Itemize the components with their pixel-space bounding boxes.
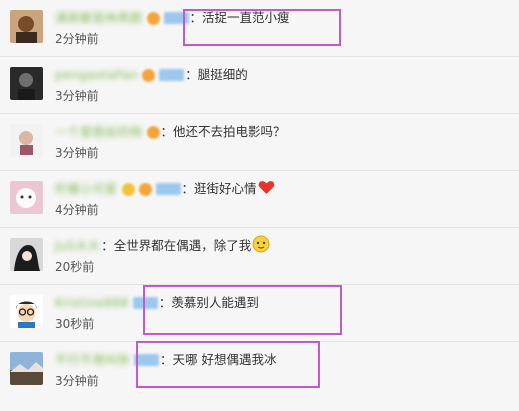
avatar[interactable] <box>10 238 43 271</box>
avatar[interactable] <box>10 295 43 328</box>
member-badge-icon <box>142 68 156 82</box>
vip-tag-icon <box>132 297 158 309</box>
comment-text: ：羡慕别人能遇到 <box>158 295 259 310</box>
yellow-face-emoji-icon <box>252 235 270 257</box>
comment-time: 3分钟前 <box>55 89 99 103</box>
comment-text: ：逛街好心情 <box>181 181 257 196</box>
comment-time: 4分钟前 <box>55 203 99 217</box>
red-heart-icon <box>258 180 275 199</box>
comment-time: 3分钟前 <box>55 374 99 388</box>
comment-item: 不行不用叫你 ：天哪 好想偶遇我冰 3分钟前 <box>0 342 519 411</box>
member-badge-icon <box>146 125 160 139</box>
member-badge-icon <box>146 11 160 25</box>
comment-time: 20秒前 <box>55 260 95 274</box>
comment-time: 3分钟前 <box>55 146 99 160</box>
avatar[interactable] <box>10 10 43 43</box>
comment-item: 满屏都是林燕鹊 ：活捉一直范小瘦 2分钟前 <box>0 0 519 57</box>
username-link[interactable]: Kristine888 <box>55 294 129 312</box>
comment-item: JuS大大 ：全世界都在偶遇，除了我 20秒前 <box>0 228 519 285</box>
avatar[interactable] <box>10 124 43 157</box>
vip-tag-icon <box>134 354 160 366</box>
comment-text: ：他还不去拍电影吗？ <box>160 124 286 139</box>
comment-text: ：全世界都在偶遇，除了我 <box>101 238 252 253</box>
comment-item: Kristine888 ：羡慕别人能遇到 30秒前 <box>0 285 519 342</box>
member-badge-icon <box>138 182 152 196</box>
comment-item: 柠檬小可爱 ：逛街好心情 4分钟前 <box>0 171 519 228</box>
comment-item: 一个爱丽丝的他 ：他还不去拍电影吗？ 3分钟前 <box>0 114 519 171</box>
comment-time: 2分钟前 <box>55 32 99 46</box>
avatar[interactable] <box>10 67 43 100</box>
username-link[interactable]: 一个爱丽丝的他 <box>55 123 143 141</box>
comment-item: pengaotaFan ：腿挺细的 3分钟前 <box>0 57 519 114</box>
avatar[interactable] <box>10 181 43 214</box>
comment-list: 满屏都是林燕鹊 ：活捉一直范小瘦 2分钟前 pengaotaFan ：腿挺细的 … <box>0 0 519 411</box>
comment-text: ：活捉一直范小瘦 <box>189 10 290 25</box>
username-link[interactable]: 柠檬小可爱 <box>55 180 118 198</box>
username-link[interactable]: 满屏都是林燕鹊 <box>55 9 143 27</box>
vip-tag-icon <box>163 12 189 24</box>
vip-tag-icon <box>159 69 185 81</box>
vip-tag-icon <box>155 183 181 195</box>
username-link[interactable]: pengaotaFan <box>55 66 138 84</box>
comment-time: 30秒前 <box>55 317 95 331</box>
avatar[interactable] <box>10 352 43 385</box>
username-link[interactable]: JuS大大 <box>55 237 100 255</box>
username-link[interactable]: 不行不用叫你 <box>55 351 130 369</box>
member-badge-icon <box>121 182 135 196</box>
comment-text: ：腿挺细的 <box>185 67 248 82</box>
comment-text: ：天哪 好想偶遇我冰 <box>160 352 277 367</box>
